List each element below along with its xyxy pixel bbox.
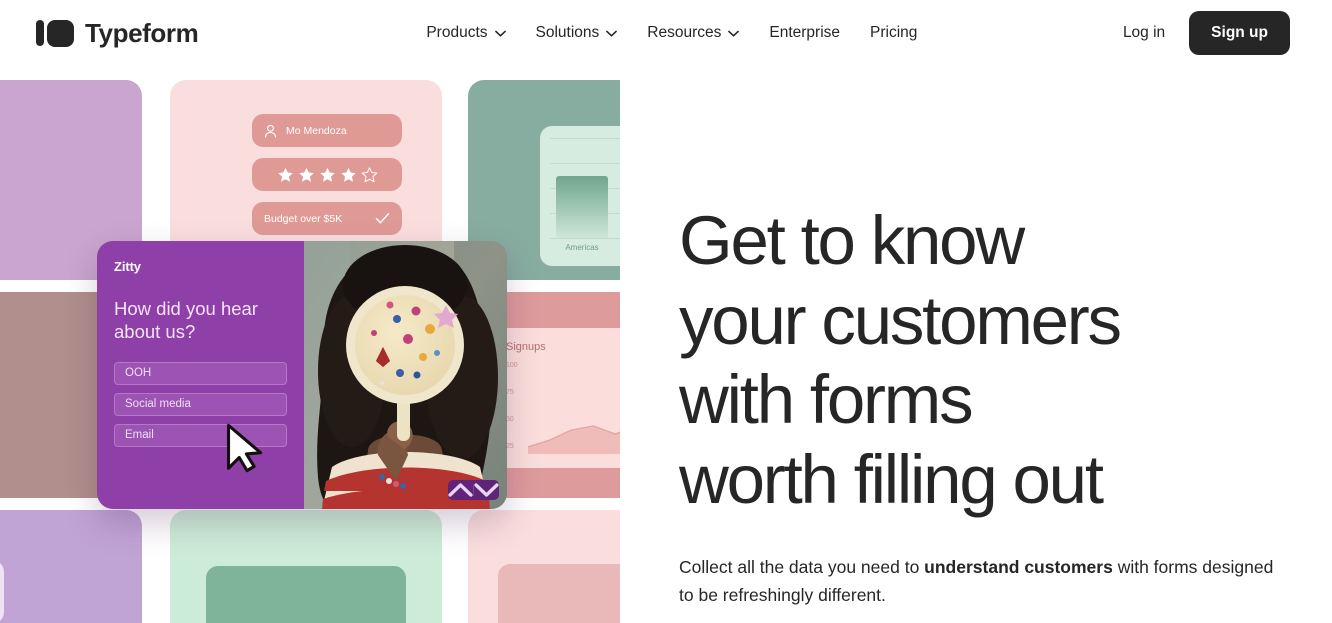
nav-item-solutions[interactable]: Solutions bbox=[536, 25, 618, 41]
nav-label-resources: Resources bbox=[647, 24, 722, 42]
signups-y-tick: 25 bbox=[506, 443, 514, 450]
hero-collage: ge rating bbox=[0, 66, 620, 623]
collage-panel-widget bbox=[0, 560, 4, 623]
chevron-down-icon bbox=[728, 30, 740, 37]
form-question-text: How did you hear about us? bbox=[114, 298, 258, 342]
site-header: Typeform Products Solutions Resources En… bbox=[0, 0, 1332, 66]
headline-line-3: with forms bbox=[679, 361, 974, 439]
form-next-button[interactable] bbox=[474, 480, 499, 500]
respondent-photo bbox=[304, 241, 507, 509]
collage-card-blush-2 bbox=[468, 510, 620, 623]
respondent-widget: Mo Mendoza Budget over $5K bbox=[252, 114, 402, 235]
nav-label-pricing: Pricing bbox=[870, 24, 918, 42]
headline-line-2: your customers bbox=[679, 281, 1122, 359]
collage-card-violet bbox=[0, 510, 142, 623]
form-prev-button[interactable] bbox=[448, 480, 473, 500]
nav-label-enterprise: Enterprise bbox=[769, 24, 841, 42]
star-icon bbox=[340, 167, 356, 182]
form-brand-label: Zitty bbox=[114, 259, 141, 274]
form-preview-question-pane: Zitty How did you hear about us? OOH Soc… bbox=[97, 241, 304, 509]
nav-item-enterprise[interactable]: Enterprise bbox=[769, 25, 840, 41]
subcopy-prefix: Collect all the data you need to bbox=[679, 556, 925, 577]
typeform-logo-icon bbox=[36, 19, 74, 47]
bar-chart-plot bbox=[550, 138, 620, 239]
nav-item-products[interactable]: Products bbox=[426, 24, 506, 42]
user-icon bbox=[264, 124, 277, 138]
regions-bar-chart: Americas Asia Pacific Europe bbox=[540, 126, 620, 266]
signup-button[interactable]: Sign up bbox=[1189, 11, 1290, 55]
star-icon bbox=[319, 167, 335, 182]
budget-chip: Budget over $5K bbox=[252, 202, 402, 235]
bar-chart-bar bbox=[556, 176, 608, 238]
login-link[interactable]: Log in bbox=[1123, 24, 1165, 42]
signups-y-tick: 50 bbox=[506, 416, 514, 423]
nav-item-resources[interactable]: Resources bbox=[647, 24, 740, 42]
signups-area-chart: Signups 100 75 50 25 bbox=[494, 328, 620, 468]
form-preview-photo bbox=[304, 241, 507, 509]
hero-subcopy: Collect all the data you need to underst… bbox=[679, 553, 1274, 610]
bar-chart-category-labels: Americas Asia Pacific Europe bbox=[550, 238, 620, 252]
page-title: Get to know your customers with forms wo… bbox=[679, 201, 1289, 520]
nav-label-solutions: Solutions bbox=[535, 24, 600, 42]
nav-label-products: Products bbox=[426, 24, 488, 42]
chevron-down-icon bbox=[606, 30, 618, 37]
nav-item-pricing[interactable]: Pricing bbox=[870, 25, 917, 41]
collage-card-mint bbox=[170, 510, 442, 623]
signups-plot-area bbox=[527, 362, 620, 454]
check-icon bbox=[375, 213, 390, 224]
primary-navigation: Products Solutions Resources Enterprise … bbox=[426, 25, 917, 41]
hero-section: ge rating bbox=[0, 66, 1332, 623]
budget-label: Budget over $5K bbox=[264, 212, 343, 225]
collage-panel-widget bbox=[498, 564, 620, 623]
form-option-ooh[interactable]: OOH bbox=[114, 361, 287, 385]
collage-panel-widget bbox=[206, 566, 406, 623]
chevron-up-icon bbox=[448, 483, 473, 497]
signups-y-axis: 100 75 50 25 bbox=[506, 362, 518, 454]
signups-y-tick: 100 bbox=[506, 362, 518, 369]
form-options-list: OOH Social media Email bbox=[114, 361, 287, 447]
star-icon bbox=[277, 167, 293, 182]
header-actions: Log in Sign up bbox=[1123, 11, 1290, 55]
brand-name: Typeform bbox=[85, 18, 199, 48]
hero-copy: Get to know your customers with forms wo… bbox=[679, 66, 1289, 609]
headline-line-1: Get to know bbox=[679, 202, 1025, 279]
signups-y-tick: 75 bbox=[506, 389, 514, 396]
chevron-down-icon bbox=[474, 483, 499, 497]
respondent-name: Mo Mendoza bbox=[286, 124, 347, 137]
form-option-email[interactable]: Email bbox=[114, 423, 287, 447]
respondent-name-chip: Mo Mendoza bbox=[252, 114, 402, 147]
brand-logo-link[interactable]: Typeform bbox=[36, 18, 199, 48]
chevron-down-icon bbox=[494, 30, 506, 37]
signups-chart-title: Signups bbox=[506, 341, 546, 353]
respondent-rating-chip bbox=[252, 158, 402, 191]
star-icon bbox=[361, 166, 377, 182]
headline-line-4: worth filling out bbox=[679, 441, 1104, 519]
form-navigation-controls bbox=[448, 480, 499, 500]
bar-chart-label: Americas bbox=[565, 243, 599, 252]
star-icon bbox=[298, 167, 314, 182]
form-option-social-media[interactable]: Social media bbox=[114, 392, 287, 416]
form-preview-card: Zitty How did you hear about us? OOH Soc… bbox=[97, 241, 507, 509]
subcopy-emphasis: understand customers bbox=[924, 556, 1113, 577]
